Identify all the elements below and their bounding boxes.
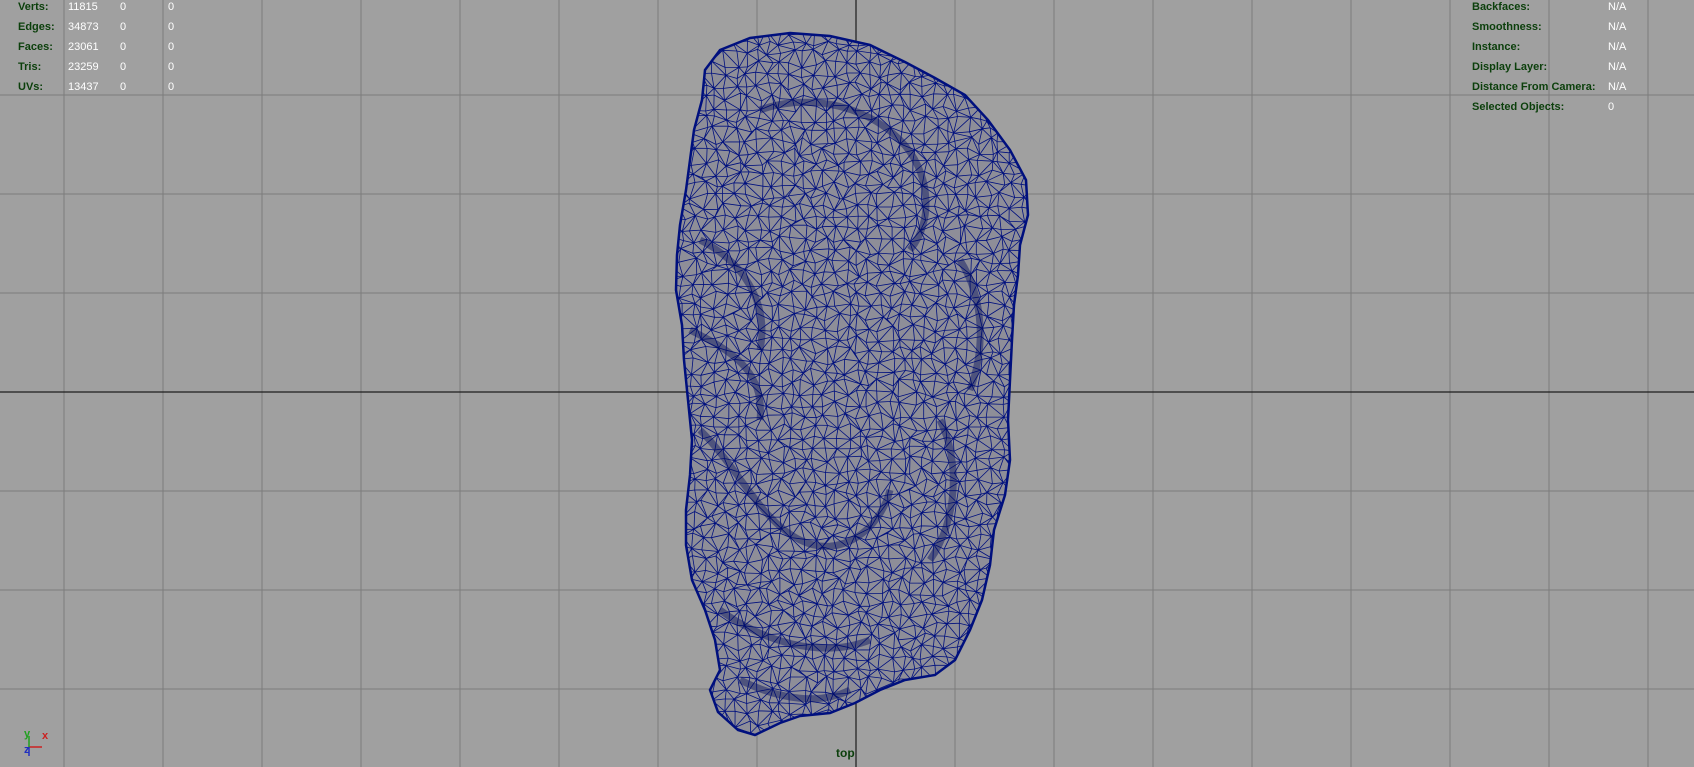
hud-label: Instance:: [1472, 41, 1521, 53]
hud-value: 34873: [68, 21, 99, 33]
hud-label: Edges:: [18, 21, 55, 33]
hud-label: Smoothness:: [1472, 21, 1542, 33]
hud-value: N/A: [1608, 61, 1627, 73]
hud-value: 0: [168, 1, 175, 13]
x-axis-label: x: [42, 730, 49, 742]
hud-row-display-layer: Display Layer: N/A: [1472, 57, 1626, 77]
hud-value: 13437: [68, 81, 99, 93]
hud-value: 0: [168, 61, 175, 73]
hud-label: Faces:: [18, 41, 53, 53]
poly-count-hud: Verts: 11815 0 0 Edges: 34873 0 0 Faces:…: [18, 0, 188, 97]
hud-label: Tris:: [18, 61, 42, 73]
hud-row-faces: Faces: 23061 0 0: [18, 37, 188, 57]
hud-value: 0: [168, 41, 175, 53]
hud-row-distance: Distance From Camera: N/A: [1472, 77, 1626, 97]
hud-value: 0: [120, 41, 127, 53]
hud-value: 0: [168, 21, 175, 33]
hud-row-smoothness: Smoothness: N/A: [1472, 17, 1626, 37]
hud-value: N/A: [1608, 41, 1627, 53]
hud-value: 23259: [68, 61, 99, 73]
grid: [0, 0, 1694, 767]
hud-row-selected: Selected Objects: 0: [1472, 97, 1626, 117]
hud-label: Selected Objects:: [1472, 101, 1565, 113]
hud-row-instance: Instance: N/A: [1472, 37, 1626, 57]
hud-row-backfaces: Backfaces: N/A: [1472, 0, 1626, 17]
hud-label: Backfaces:: [1472, 1, 1531, 13]
hud-value: 0: [120, 21, 127, 33]
hud-value: 0: [120, 61, 127, 73]
hud-row-verts: Verts: 11815 0 0: [18, 0, 188, 17]
hud-value: N/A: [1608, 81, 1627, 93]
hud-row-uvs: UVs: 13437 0 0: [18, 77, 188, 97]
hud-row-tris: Tris: 23259 0 0: [18, 57, 188, 77]
z-axis-label: z: [24, 744, 30, 756]
hud-value: 0: [120, 1, 127, 13]
camera-name-label: top: [836, 746, 855, 760]
hud-row-edges: Edges: 34873 0 0: [18, 17, 188, 37]
hud-value: 0: [120, 81, 127, 93]
hud-value: 0: [1608, 101, 1615, 113]
hud-label: Verts:: [18, 1, 49, 13]
hud-label: Display Layer:: [1472, 61, 1548, 73]
hud-value: 23061: [68, 41, 99, 53]
hud-value: 0: [168, 81, 175, 93]
hud-value: N/A: [1608, 21, 1627, 33]
hud-label: UVs:: [18, 81, 44, 93]
object-details-hud: Backfaces: N/A Smoothness: N/A Instance:…: [1472, 0, 1626, 117]
hud-label: Distance From Camera:: [1472, 81, 1596, 93]
viewport-top[interactable]: [0, 0, 1694, 767]
axis-gizmo-icon: x y z: [22, 728, 62, 760]
hud-value: N/A: [1608, 1, 1627, 13]
y-axis-label: y: [24, 728, 31, 740]
hud-value: 11815: [68, 1, 98, 13]
